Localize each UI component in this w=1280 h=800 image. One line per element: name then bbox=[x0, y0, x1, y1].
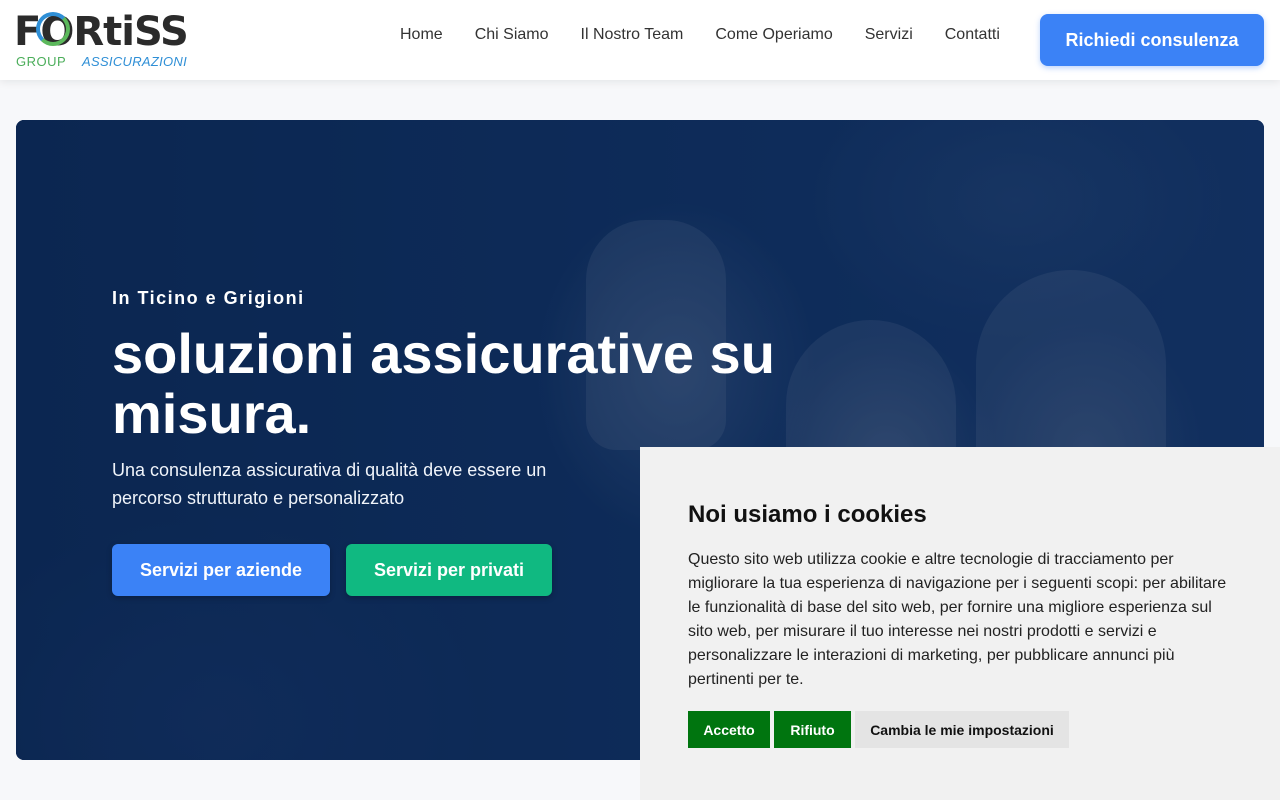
cookie-title: Noi usiamo i cookies bbox=[688, 501, 927, 528]
site-header: FORtiSS GROUP ASSICURAZIONI Home Chi Sia… bbox=[0, 0, 1280, 80]
hero-subtitle: Una consulenza assicurativa di qualità d… bbox=[112, 460, 547, 508]
nav-contatti[interactable]: Contatti bbox=[945, 24, 1000, 46]
cookie-accept-button[interactable]: Accetto bbox=[688, 711, 770, 748]
cookie-banner: Noi usiamo i cookies Questo sito web uti… bbox=[640, 447, 1280, 800]
servizi-aziende-button[interactable]: Servizi per aziende bbox=[112, 544, 330, 596]
nav-chi-siamo[interactable]: Chi Siamo bbox=[475, 24, 549, 46]
cookie-settings-button[interactable]: Cambia le mie impostazioni bbox=[855, 711, 1069, 748]
nav-home[interactable]: Home bbox=[400, 24, 443, 46]
logo-subtitle: ASSICURAZIONI bbox=[82, 54, 188, 69]
logo-ring-icon bbox=[36, 12, 70, 46]
cookie-reject-button[interactable]: Rifiuto bbox=[774, 711, 851, 748]
logo-group-text: GROUP bbox=[16, 54, 67, 69]
nav-come-operiamo[interactable]: Come Operiamo bbox=[715, 24, 832, 46]
main-nav: Home Chi Siamo Il Nostro Team Come Operi… bbox=[400, 24, 1000, 46]
richiedi-consulenza-button[interactable]: Richiedi consulenza bbox=[1040, 14, 1264, 66]
nav-il-nostro-team[interactable]: Il Nostro Team bbox=[581, 24, 684, 46]
hero-kicker: In Ticino e Grigioni bbox=[112, 288, 305, 308]
hero-headline: soluzioni assicurative su misura. bbox=[112, 322, 775, 445]
cookie-description: Questo sito web utilizza cookie e altre … bbox=[688, 551, 1227, 688]
nav-servizi[interactable]: Servizi bbox=[865, 24, 913, 46]
fortiss-logo[interactable]: FORtiSS GROUP ASSICURAZIONI bbox=[14, 10, 196, 72]
servizi-privati-button[interactable]: Servizi per privati bbox=[346, 544, 552, 596]
